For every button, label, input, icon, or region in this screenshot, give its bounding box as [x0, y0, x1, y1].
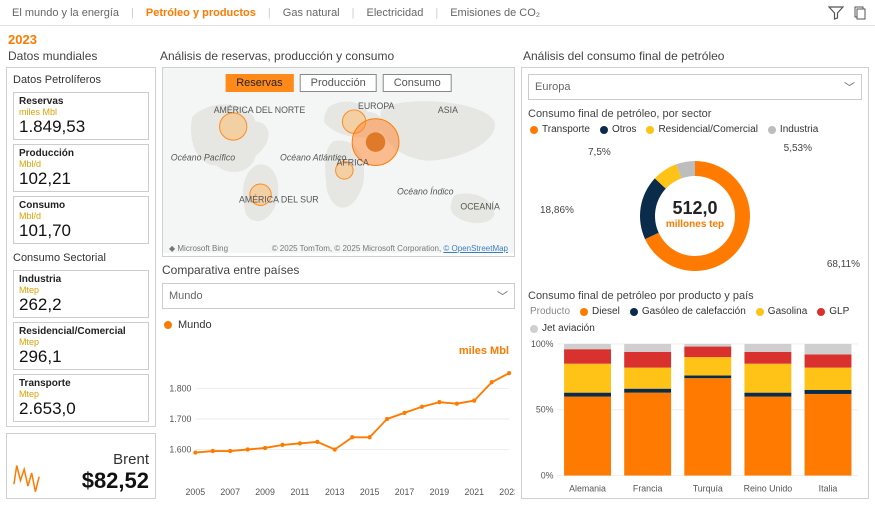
- map-copyright: © 2025 TomTom, © 2025 Microsoft Corporat…: [272, 244, 508, 253]
- metric-reservas[interactable]: Reservas miles Mbl 1.849,53: [13, 92, 149, 140]
- svg-text:2017: 2017: [395, 487, 415, 497]
- osm-link[interactable]: © OpenStreetMap: [443, 244, 508, 253]
- donut-label-resid: 7,5%: [588, 147, 611, 158]
- svg-text:Reino Unido: Reino Unido: [744, 483, 793, 493]
- group-sector-consumo: Consumo Sectorial: [13, 250, 149, 266]
- svg-text:2007: 2007: [220, 487, 240, 497]
- map-btn-reservas[interactable]: Reservas: [225, 74, 293, 92]
- brent-value: $82,52: [47, 468, 149, 494]
- svg-text:EUROPA: EUROPA: [358, 101, 395, 111]
- sector-chart-title: Consumo final de petróleo, por sector: [528, 108, 862, 120]
- legend-bullet-icon: [164, 321, 172, 329]
- panel-brent: Brent $82,52: [6, 433, 156, 499]
- legend-mundo: Mundo: [178, 319, 212, 331]
- svg-text:2021: 2021: [464, 487, 484, 497]
- svg-text:Océano Atlántico: Océano Atlántico: [280, 153, 347, 163]
- tab-oil[interactable]: Petróleo y productos: [140, 3, 262, 23]
- metric-residencial[interactable]: Residencial/Comercial Mtep 296,1: [13, 322, 149, 370]
- map-btn-produccion[interactable]: Producción: [300, 74, 377, 92]
- svg-text:Océano Pacífico: Océano Pacífico: [171, 153, 235, 163]
- tab-co2[interactable]: Emisiones de CO₂: [444, 3, 546, 23]
- donut-label-otros: 18,86%: [540, 205, 574, 216]
- year-label: 2023: [0, 26, 875, 49]
- legend-sector: Transporte Otros Residencial/Comercial I…: [528, 120, 862, 141]
- donut-label-ind: 5,53%: [784, 143, 812, 154]
- svg-text:2023: 2023: [499, 487, 515, 497]
- svg-text:100%: 100%: [531, 340, 554, 349]
- stacked-bar-chart[interactable]: 0% 50% 100% Alemania Francia Turquía Reino Uni…: [528, 340, 862, 497]
- section-title-left: Datos mundiales: [8, 49, 158, 63]
- donut-center: 512,0 millones tep: [666, 198, 724, 230]
- svg-text:0%: 0%: [541, 471, 554, 481]
- section-title-right: Análisis del consumo final de petróleo: [517, 49, 867, 63]
- region-select[interactable]: Europa ﹀: [528, 74, 862, 100]
- brent-sparkline-icon: [13, 452, 41, 494]
- svg-text:AMÉRICA DEL NORTE: AMÉRICA DEL NORTE: [214, 105, 306, 115]
- group-oil-data: Datos Petrolíferos: [13, 72, 149, 88]
- country-select[interactable]: Mundo ﹀: [162, 283, 515, 309]
- panel-map[interactable]: AMÉRICA DEL NORTE AMÉRICA DEL SUR EUROPA…: [162, 67, 515, 257]
- svg-text:2005: 2005: [186, 487, 206, 497]
- brent-label: Brent: [47, 451, 149, 468]
- svg-text:50%: 50%: [536, 405, 554, 415]
- svg-text:1.600: 1.600: [169, 444, 191, 454]
- svg-text:OCEANÍA: OCEANÍA: [460, 201, 500, 211]
- svg-text:Francia: Francia: [633, 483, 663, 493]
- tab-world-energy[interactable]: El mundo y la energía: [6, 3, 125, 23]
- bing-logo: ◆ Microsoft Bing: [169, 244, 228, 253]
- product-chart-title: Consumo final de petróleo por producto y…: [528, 290, 862, 302]
- svg-text:Alemania: Alemania: [569, 483, 606, 493]
- svg-text:Italia: Italia: [819, 483, 838, 493]
- svg-text:2019: 2019: [430, 487, 450, 497]
- legend-product: Producto Diesel Gasóleo de calefacción G…: [528, 302, 862, 340]
- world-map: AMÉRICA DEL NORTE AMÉRICA DEL SUR EUROPA…: [163, 68, 514, 253]
- metric-transporte[interactable]: Transporte Mtep 2.653,0: [13, 374, 149, 422]
- tab-gas[interactable]: Gas natural: [277, 3, 346, 23]
- chevron-down-icon: ﹀: [497, 288, 508, 304]
- svg-text:1.700: 1.700: [169, 414, 191, 424]
- line-chart[interactable]: miles Mbl 1.600 1.700 1.800 2005 2007 2009 201…: [162, 341, 515, 499]
- compare-title: Comparativa entre países: [162, 263, 515, 277]
- donut-chart[interactable]: 512,0 millones tep 68,11% 18,86% 7,5% 5,…: [528, 141, 862, 286]
- section-title-mid: Análisis de reservas, producción y consu…: [158, 49, 517, 63]
- svg-text:2011: 2011: [290, 487, 309, 497]
- svg-text:Turquía: Turquía: [693, 483, 723, 493]
- tab-electricity[interactable]: Electricidad: [361, 3, 430, 23]
- svg-text:1.800: 1.800: [169, 383, 191, 393]
- donut-label-transporte: 68,11%: [827, 259, 860, 270]
- svg-text:2009: 2009: [255, 487, 275, 497]
- top-tabs: El mundo y la energía | Petróleo y produ…: [0, 0, 875, 26]
- panel-world-data: Datos Petrolíferos Reservas miles Mbl 1.…: [6, 67, 156, 427]
- panel-consumo-final: Europa ﹀ Consumo final de petróleo, por …: [521, 67, 869, 499]
- svg-text:AMÉRICA DEL SUR: AMÉRICA DEL SUR: [239, 195, 319, 205]
- svg-text:Océano Índico: Océano Índico: [397, 187, 454, 197]
- copy-icon[interactable]: [851, 4, 869, 22]
- chevron-down-icon: ﹀: [844, 79, 855, 95]
- metric-consumo[interactable]: Consumo Mbl/d 101,70: [13, 196, 149, 244]
- metric-industria[interactable]: Industria Mtep 262,2: [13, 270, 149, 318]
- svg-text:ASIA: ASIA: [438, 105, 458, 115]
- svg-text:2015: 2015: [360, 487, 380, 497]
- map-btn-consumo[interactable]: Consumo: [383, 74, 452, 92]
- filter-icon[interactable]: [827, 4, 845, 22]
- svg-text:2013: 2013: [325, 487, 345, 497]
- metric-produccion[interactable]: Producción Mbl/d 102,21: [13, 144, 149, 192]
- line-ylabel: miles Mbl: [459, 345, 509, 357]
